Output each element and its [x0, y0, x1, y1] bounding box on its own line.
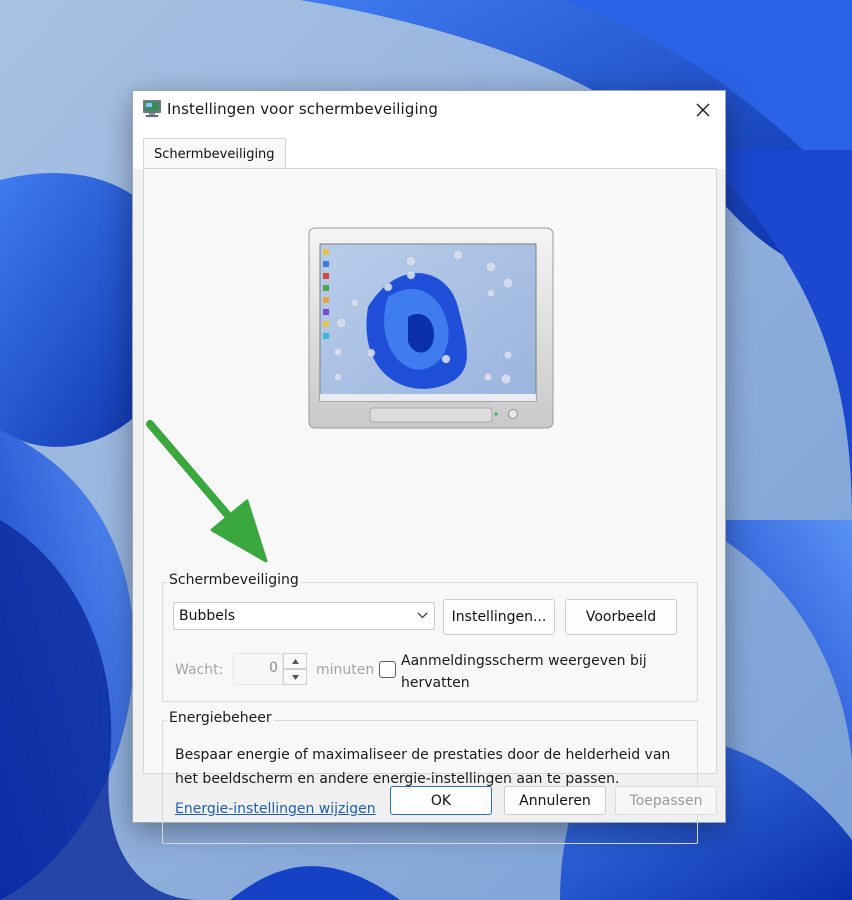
wait-minutes-input[interactable]: 0	[233, 653, 283, 685]
cancel-button[interactable]: Annuleren	[504, 786, 606, 815]
title-bar[interactable]: Instellingen voor schermbeveiliging	[133, 91, 725, 131]
spin-up-button[interactable]	[283, 653, 307, 669]
change-power-settings-link[interactable]: Energie-instellingen wijzigen	[175, 801, 376, 817]
tab-panel: Schermbeveiliging Bubbels Instellingen..…	[143, 168, 717, 844]
power-group-title: Energiebeheer	[167, 710, 274, 726]
logon-screen-checkbox[interactable]	[379, 661, 396, 678]
apply-button[interactable]: Toepassen	[615, 786, 717, 815]
preview-button[interactable]: Voorbeeld	[565, 599, 677, 635]
screensaver-dropdown[interactable]: Bubbels	[173, 602, 435, 630]
ok-button[interactable]: OK	[390, 786, 492, 815]
screensaver-settings-button[interactable]: Instellingen...	[443, 599, 555, 635]
minutes-label: minuten	[316, 662, 375, 678]
wait-minutes-value: 0	[269, 660, 278, 676]
wait-label: Wacht:	[175, 662, 224, 678]
caret-up-icon	[291, 658, 299, 664]
wait-minutes-spinner	[283, 653, 307, 685]
logon-screen-label[interactable]: Aanmeldingsscherm weergeven bij hervatte…	[401, 650, 691, 694]
screensaver-app-icon	[143, 100, 161, 117]
close-button[interactable]	[681, 91, 725, 129]
caret-down-icon	[291, 674, 299, 680]
screensaver-group-title: Schermbeveiliging	[167, 572, 301, 588]
screensaver-group: Schermbeveiliging Bubbels Instellingen..…	[162, 572, 698, 702]
power-management-group: Energiebeheer Bespaar energie of maximal…	[162, 710, 698, 844]
screensaver-preview-monitor	[308, 227, 554, 429]
chevron-down-icon	[417, 612, 428, 619]
window-title: Instellingen voor schermbeveiliging	[167, 100, 438, 118]
tab-label: Schermbeveiliging	[154, 147, 275, 162]
tab-screensaver[interactable]: Schermbeveiliging	[143, 138, 286, 170]
power-description: Bespaar energie of maximaliseer de prest…	[175, 747, 671, 787]
screensaver-settings-dialog: Instellingen voor schermbeveiliging Sche…	[132, 90, 726, 844]
close-icon	[696, 103, 710, 117]
screensaver-dropdown-value: Bubbels	[179, 608, 236, 624]
tab-strip: Schermbeveiliging	[133, 131, 725, 170]
spin-down-button[interactable]	[283, 669, 307, 685]
